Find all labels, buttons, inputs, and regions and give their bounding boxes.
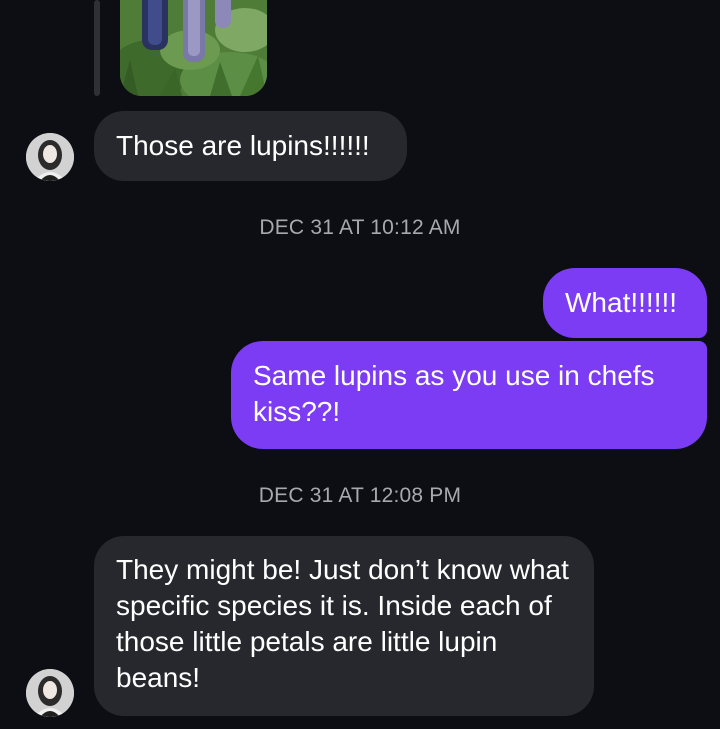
message-text: Those are lupins!!!!!!: [116, 130, 370, 161]
reply-quote-bar: [94, 0, 100, 96]
message-bubble-incoming[interactable]: They might be! Just don’t know what spec…: [94, 536, 594, 716]
message-text: Same lupins as you use in chefs kiss??!: [253, 360, 655, 427]
contact-avatar[interactable]: [26, 669, 74, 717]
message-text: They might be! Just don’t know what spec…: [116, 554, 569, 693]
message-timestamp: DEC 31 AT 10:12 AM: [259, 216, 461, 239]
message-bubble-outgoing[interactable]: Same lupins as you use in chefs kiss??!: [231, 341, 707, 449]
message-bubble-incoming[interactable]: Those are lupins!!!!!!: [94, 111, 407, 181]
shared-lupin-photo[interactable]: [120, 0, 267, 96]
message-bubble-outgoing[interactable]: What!!!!!!: [543, 268, 707, 338]
message-timestamp: DEC 31 AT 12:08 PM: [258, 484, 462, 507]
contact-avatar[interactable]: [26, 133, 74, 181]
message-text: What!!!!!!: [565, 287, 678, 318]
